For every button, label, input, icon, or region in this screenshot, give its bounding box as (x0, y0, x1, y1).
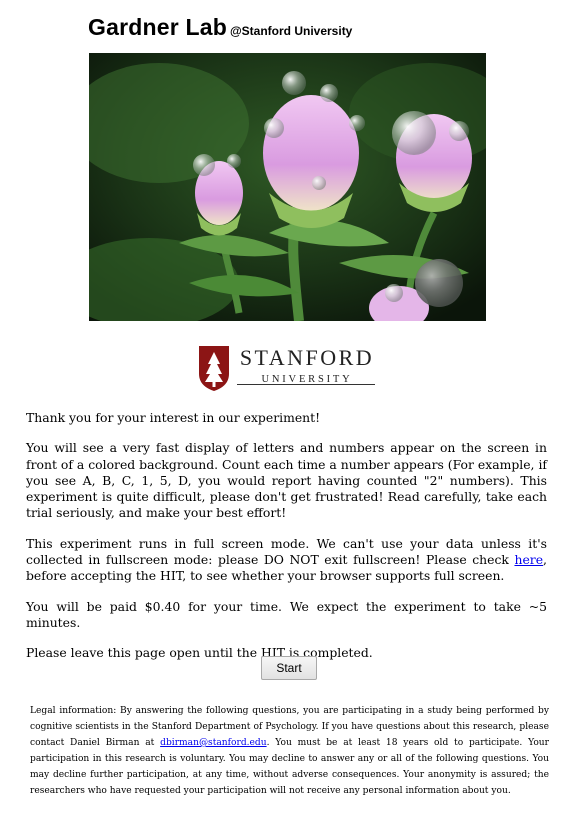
logo-line-stanford: STANFORD (239, 345, 375, 370)
stanford-shield-icon (199, 346, 229, 391)
lab-name: Gardner Lab (88, 14, 227, 40)
start-area: Start (0, 656, 568, 680)
instructions-section: Thank you for your interest in our exper… (26, 410, 547, 676)
task-instructions: You will see a very fast display of lett… (26, 440, 547, 521)
fullscreen-text-before: This experiment runs in full screen mode… (26, 535, 547, 568)
lab-affiliation: @Stanford University (229, 24, 353, 38)
fullscreen-check-link[interactable]: here (514, 552, 543, 567)
thanks-text: Thank you for your interest in our exper… (26, 410, 321, 425)
contact-email-link[interactable]: dbirman@stanford.edu (160, 738, 266, 748)
logo-divider (237, 384, 375, 385)
hero-image (89, 53, 486, 321)
legal-information: Legal information: By answering the foll… (30, 703, 549, 799)
stanford-logo: STANFORD UNIVERSITY (197, 344, 377, 392)
payment-text: You will be paid $0.40 for your time. We… (26, 598, 547, 630)
page-header: Gardner Lab @Stanford University (88, 14, 352, 41)
fullscreen-notice: This experiment runs in full screen mode… (26, 536, 547, 585)
start-button[interactable]: Start (261, 656, 317, 680)
